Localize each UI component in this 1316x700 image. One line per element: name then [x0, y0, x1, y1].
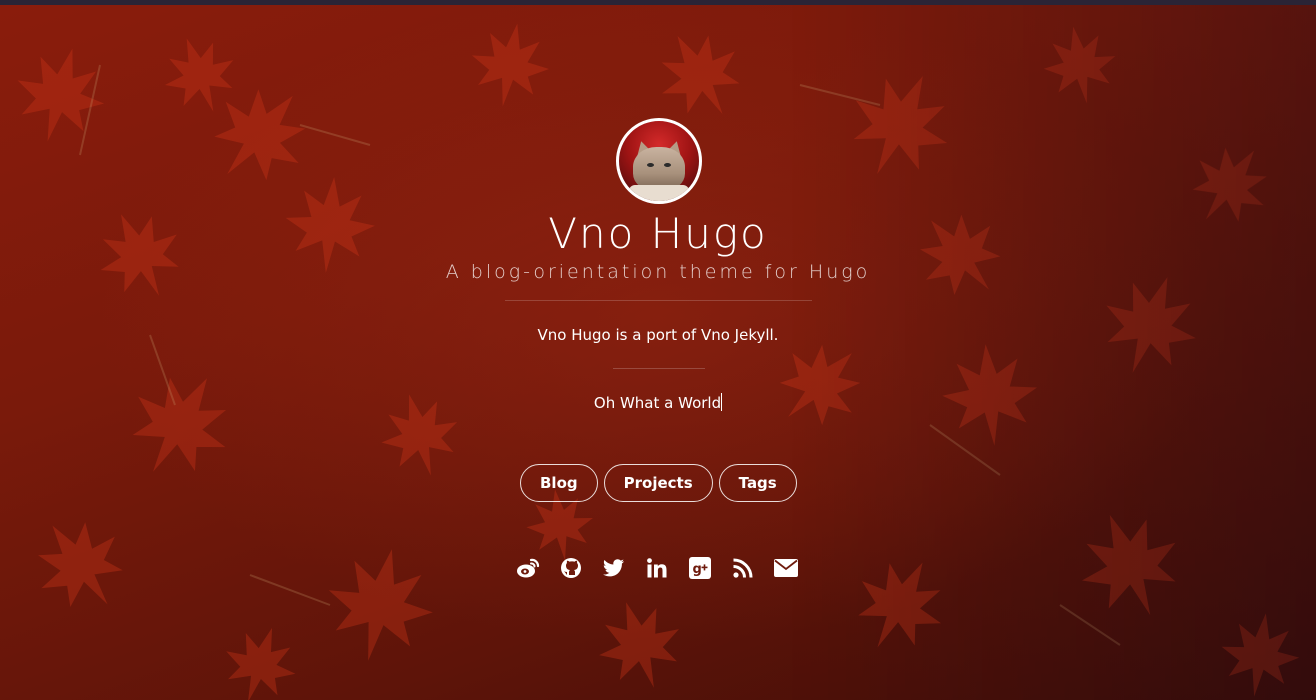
site-title[interactable]: Vno Hugo	[0, 208, 1316, 260]
typing-cursor	[721, 393, 723, 411]
nav-tags-button[interactable]: Tags	[718, 464, 797, 502]
main-nav: Blog Projects Tags	[520, 464, 797, 502]
email-icon[interactable]	[774, 556, 798, 580]
nav-projects-button[interactable]: Projects	[603, 464, 713, 502]
avatar-cat-eye	[647, 163, 654, 167]
weibo-icon[interactable]	[516, 556, 540, 580]
background-image	[0, 5, 1316, 700]
typed-text-line: Oh What a World	[0, 392, 1316, 414]
typed-text: Oh What a World	[593, 394, 722, 412]
rss-icon[interactable]	[731, 556, 755, 580]
svg-text:g: g	[693, 562, 702, 577]
avatar-cat-paws	[629, 185, 689, 201]
nav-blog-button[interactable]: Blog	[520, 464, 598, 502]
divider	[613, 368, 705, 369]
twitter-icon[interactable]	[602, 556, 626, 580]
avatar[interactable]	[616, 118, 702, 204]
google-plus-icon[interactable]: g	[688, 556, 712, 580]
linkedin-icon[interactable]	[645, 556, 669, 580]
maple-leaves-pattern	[4, 15, 1305, 700]
social-links: g	[516, 556, 798, 580]
site-subtitle: A blog-orientation theme for Hugo	[445, 261, 871, 283]
avatar-cat-eye	[664, 163, 671, 167]
site-description: Vno Hugo is a port of Vno Jekyll.	[537, 326, 779, 344]
github-icon[interactable]	[559, 556, 583, 580]
divider	[505, 300, 812, 301]
